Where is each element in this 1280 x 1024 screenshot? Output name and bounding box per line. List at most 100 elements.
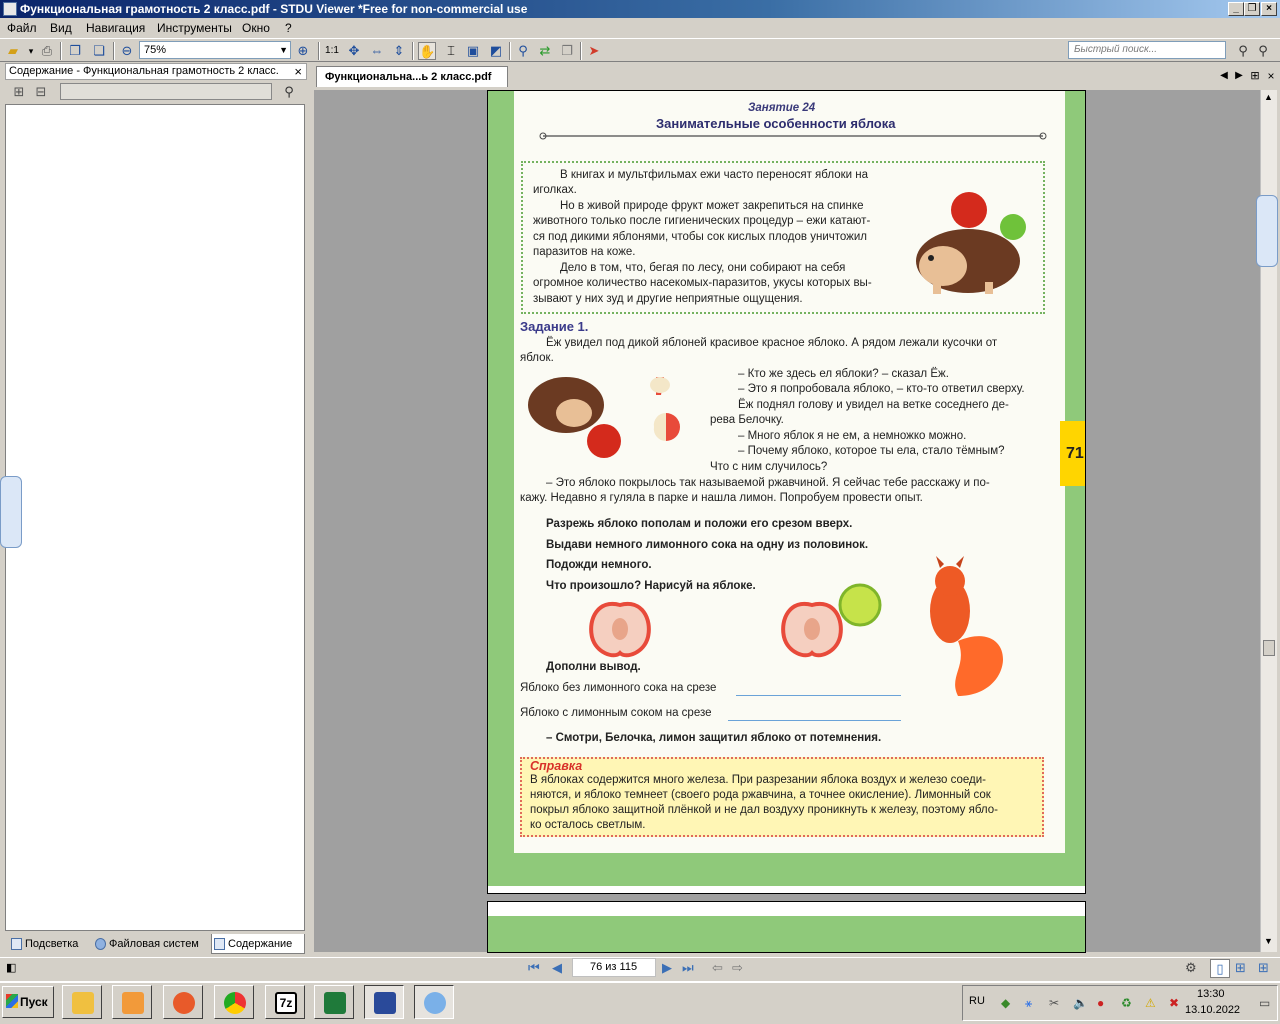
intro-line: Дело в том, что, бегая по лесу, они соби… [560, 262, 846, 274]
tab-highlights[interactable]: Подсветка [9, 934, 91, 954]
instruction-line: Выдави немного лимонного сока на одну из… [546, 539, 869, 551]
left-panel-tabs: Подсветка Файловая систем Содержание [5, 934, 305, 956]
conclusion-heading: Дополни вывод. [546, 661, 641, 673]
clock-date[interactable]: 13.10.2022 [1185, 1004, 1240, 1016]
taskbar-chrome[interactable] [214, 985, 254, 1019]
network-icon[interactable]: ⚹ [1025, 996, 1032, 1011]
tab-close-icon[interactable]: × [1262, 67, 1280, 85]
history-back-icon[interactable]: ⇦ [712, 959, 723, 976]
expand-all-icon[interactable]: ⊞ [10, 83, 28, 101]
start-button[interactable]: Пуск [2, 986, 54, 1018]
document-tab[interactable]: Функциональна...ь 2 класс.pdf [316, 66, 508, 87]
taskbar-explorer[interactable] [62, 985, 102, 1019]
volume-icon[interactable]: 🔈 [1073, 996, 1088, 1010]
restore-button[interactable]: ❐ [1244, 2, 1260, 16]
zoom-select[interactable]: 75% ▼ [139, 41, 291, 59]
chevron-down-icon[interactable]: ▼ [279, 42, 288, 58]
snapshot-icon[interactable]: ◩ [487, 42, 505, 60]
history-forward-icon[interactable]: ⇨ [732, 959, 743, 976]
apple-half-icon [589, 601, 651, 658]
answer-line [728, 720, 901, 721]
taskbar-media-player[interactable] [112, 985, 152, 1019]
menu-view[interactable]: Вид [50, 21, 72, 35]
scroll-left-icon[interactable]: ◧ [6, 961, 16, 974]
search-options-icon[interactable]: ⚲ [1254, 42, 1272, 60]
update-icon[interactable]: ♻ [1121, 996, 1132, 1010]
bookmark-icon[interactable]: ➤ [585, 42, 603, 60]
taskbar-remote-desktop[interactable] [364, 985, 404, 1019]
fit-page-icon[interactable]: ✥ [345, 42, 363, 60]
show-desktop-icon[interactable]: ▭ [1259, 996, 1270, 1010]
contents-tree[interactable] [5, 104, 305, 931]
select-image-icon[interactable]: ▣ [464, 42, 482, 60]
tab-file-system[interactable]: Файловая систем [93, 934, 209, 954]
right-side-panel-toggle[interactable] [1256, 195, 1278, 267]
minimize-button[interactable]: _ [1228, 2, 1244, 16]
warning-icon[interactable]: ⚠ [1145, 996, 1156, 1010]
close-button[interactable]: × [1261, 2, 1277, 16]
story-line: кажу. Недавно я гуляла в парке и нашла л… [520, 492, 923, 504]
settings-gear-icon[interactable]: ⚙ [1185, 959, 1197, 976]
contents-search-icon[interactable]: ⚲ [280, 83, 298, 101]
print-icon[interactable]: ⎙ [38, 42, 56, 60]
folder-icon [72, 992, 94, 1014]
tools-icon[interactable]: ✂ [1049, 996, 1059, 1010]
fit-height-icon[interactable]: ⇕ [390, 42, 408, 60]
system-tray: RU ◆ ⚹ ✂ 🔈 ● ♻ ⚠ ✖ 13:30 13.10.2022 ▭ [962, 985, 1278, 1021]
menu-tools[interactable]: Инструменты [157, 21, 232, 35]
language-indicator[interactable]: RU [969, 995, 985, 1007]
search-binoculars-icon[interactable]: ⚲ [1234, 42, 1252, 60]
highlight-icon [11, 938, 22, 950]
panel-close-icon[interactable]: × [294, 64, 302, 79]
menu-window[interactable]: Окно [242, 21, 270, 35]
lesson-number: Занятие 24 [748, 102, 816, 114]
antivirus-icon[interactable]: ✖ [1169, 996, 1179, 1010]
taskbar-firefox[interactable] [163, 985, 203, 1019]
zoom-out-icon[interactable]: ⊖ [118, 42, 136, 60]
taskbar-stdu-viewer[interactable] [414, 985, 454, 1019]
clock-time[interactable]: 13:30 [1197, 988, 1225, 1000]
contents-filter-input[interactable] [60, 83, 272, 100]
taskbar-excel[interactable] [314, 985, 354, 1019]
page-number-input[interactable]: 76 из 115 [572, 958, 656, 977]
pdf-page: 71 Занятие 24 Занимательные особенности … [487, 90, 1086, 894]
left-side-panel-toggle[interactable] [0, 476, 22, 548]
export-icon[interactable]: ❐ [66, 42, 84, 60]
grid-view-icon[interactable]: ⊞ [1258, 959, 1269, 976]
fill-sentence-2: Яблоко с лимонным соком на срезе [520, 707, 712, 719]
intro-line: животного только после гигиенических про… [533, 215, 871, 227]
reference-line: няются, и яблоко темнеет (своего рода рж… [530, 789, 991, 801]
menu-file[interactable]: Файл [7, 21, 37, 35]
taskbar-7zip[interactable]: 7z [265, 985, 305, 1019]
find-icon[interactable]: ⚲ [514, 42, 532, 60]
prev-page-icon[interactable]: ◀ [552, 959, 562, 976]
nvidia-icon[interactable]: ◆ [1001, 996, 1010, 1010]
scroll-up-icon[interactable]: ▲ [1264, 92, 1273, 102]
tab-contents[interactable]: Содержание [211, 934, 305, 954]
chrome-icon [224, 992, 246, 1014]
fit-width-icon[interactable]: ⇔ [368, 42, 386, 60]
first-page-icon[interactable]: ⏮ [528, 959, 540, 976]
quick-search-input[interactable]: Быстрый поиск... [1068, 41, 1226, 59]
menu-help[interactable]: ? [285, 21, 292, 35]
reference-line: В яблоках содержится много железа. При р… [530, 774, 986, 786]
security-icon[interactable]: ● [1097, 996, 1104, 1010]
intro-line: паразитов на коже. [533, 246, 636, 258]
actual-size-button[interactable]: 1:1 [323, 42, 341, 60]
sync-icon[interactable]: ⇄ [536, 42, 554, 60]
pages-icon[interactable]: ❐ [558, 42, 576, 60]
menu-navigation[interactable]: Навигация [86, 21, 145, 35]
copy-pages-icon[interactable]: ❏ [90, 42, 108, 60]
select-text-icon[interactable]: ⌶ [442, 42, 460, 60]
open-folder-icon[interactable]: ▰ [4, 42, 22, 60]
scroll-thumb[interactable] [1263, 640, 1275, 656]
collapse-all-icon[interactable]: ⊟ [32, 83, 50, 101]
next-page-icon[interactable]: ▶ [662, 959, 672, 976]
reference-line: ко осталось светлым. [530, 819, 646, 831]
single-page-view-icon[interactable]: ▯ [1210, 959, 1230, 978]
hand-tool-icon[interactable]: ✋ [418, 42, 436, 60]
zoom-in-icon[interactable]: ⊕ [294, 42, 312, 60]
last-page-icon[interactable]: ⏭ [682, 959, 694, 976]
two-page-view-icon[interactable]: ⊞ [1235, 959, 1246, 976]
scroll-down-icon[interactable]: ▼ [1264, 936, 1273, 946]
